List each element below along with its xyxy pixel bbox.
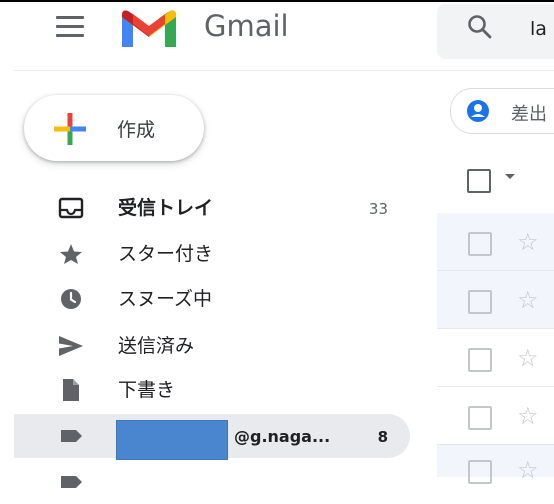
sidebar-item-starred[interactable]: スター付き — [14, 232, 410, 276]
sidebar-item-snoozed[interactable]: スヌーズ中 — [14, 277, 410, 321]
sidebar-item-inbox[interactable]: 受信トレイ 33 — [14, 186, 410, 230]
star-icon[interactable]: ☆ — [517, 404, 539, 428]
star-icon[interactable]: ☆ — [517, 288, 539, 312]
star-icon[interactable]: ☆ — [517, 458, 539, 482]
mail-row[interactable]: ☆ — [437, 445, 554, 484]
window-top-border — [0, 0, 554, 2]
row-checkbox[interactable] — [468, 232, 492, 256]
mail-row[interactable]: ☆ — [437, 271, 554, 329]
sidebar-item-label: 送信済み — [118, 335, 195, 357]
clock-icon — [61, 289, 81, 309]
star-icon — [60, 244, 82, 264]
menu-icon-bar — [56, 25, 84, 28]
select-all-checkbox[interactable] — [467, 169, 491, 193]
plus-icon — [54, 113, 86, 145]
sidebar-item-sent[interactable]: 送信済み — [14, 324, 410, 368]
sidebar-item-drafts[interactable]: 下書き — [14, 368, 410, 412]
row-checkbox[interactable] — [468, 290, 492, 314]
sidebar-item-next-label[interactable] — [14, 460, 410, 504]
unread-count: 8 — [377, 428, 388, 446]
compose-label: 作成 — [117, 119, 156, 141]
redacted-label-name — [116, 420, 228, 460]
header-divider — [14, 70, 554, 71]
sidebar-item-label: スター付き — [118, 243, 214, 265]
filter-chip-label: 差出 — [511, 104, 547, 125]
sidebar-item-label: @g.naga... — [234, 427, 331, 446]
label-icon — [61, 476, 82, 488]
gmail-logo[interactable] — [118, 5, 180, 49]
account-icon — [467, 100, 489, 122]
row-checkbox[interactable] — [468, 406, 492, 430]
draft-icon — [63, 379, 79, 401]
sidebar-item-label-custom[interactable]: @g.naga... 8 — [14, 414, 410, 460]
select-menu-chevron-down-icon[interactable] — [505, 174, 515, 179]
row-checkbox[interactable] — [468, 460, 492, 484]
mail-row[interactable]: ☆ — [437, 329, 554, 387]
search-input[interactable]: la — [530, 18, 547, 40]
star-icon[interactable]: ☆ — [517, 346, 539, 370]
filter-chip-from[interactable]: 差出 — [450, 88, 554, 134]
search-bar[interactable]: la — [437, 4, 554, 59]
mail-row[interactable]: ☆ — [437, 213, 554, 271]
sidebar-item-label: 下書き — [118, 379, 176, 401]
sidebar-item-label: スヌーズ中 — [118, 288, 213, 310]
menu-icon-bar — [56, 34, 84, 37]
row-checkbox[interactable] — [468, 348, 492, 372]
brand-name: Gmail — [204, 9, 289, 43]
main-menu-button[interactable] — [54, 14, 88, 40]
label-icon — [61, 430, 82, 442]
unread-count: 33 — [368, 200, 388, 218]
search-icon[interactable] — [467, 14, 493, 40]
compose-button[interactable]: 作成 — [24, 95, 204, 161]
mail-row[interactable]: ☆ — [437, 387, 554, 445]
star-icon[interactable]: ☆ — [517, 230, 539, 254]
send-icon — [59, 336, 83, 356]
menu-icon — [56, 16, 84, 19]
inbox-icon — [58, 197, 84, 219]
sidebar-item-label: 受信トレイ — [118, 197, 214, 219]
